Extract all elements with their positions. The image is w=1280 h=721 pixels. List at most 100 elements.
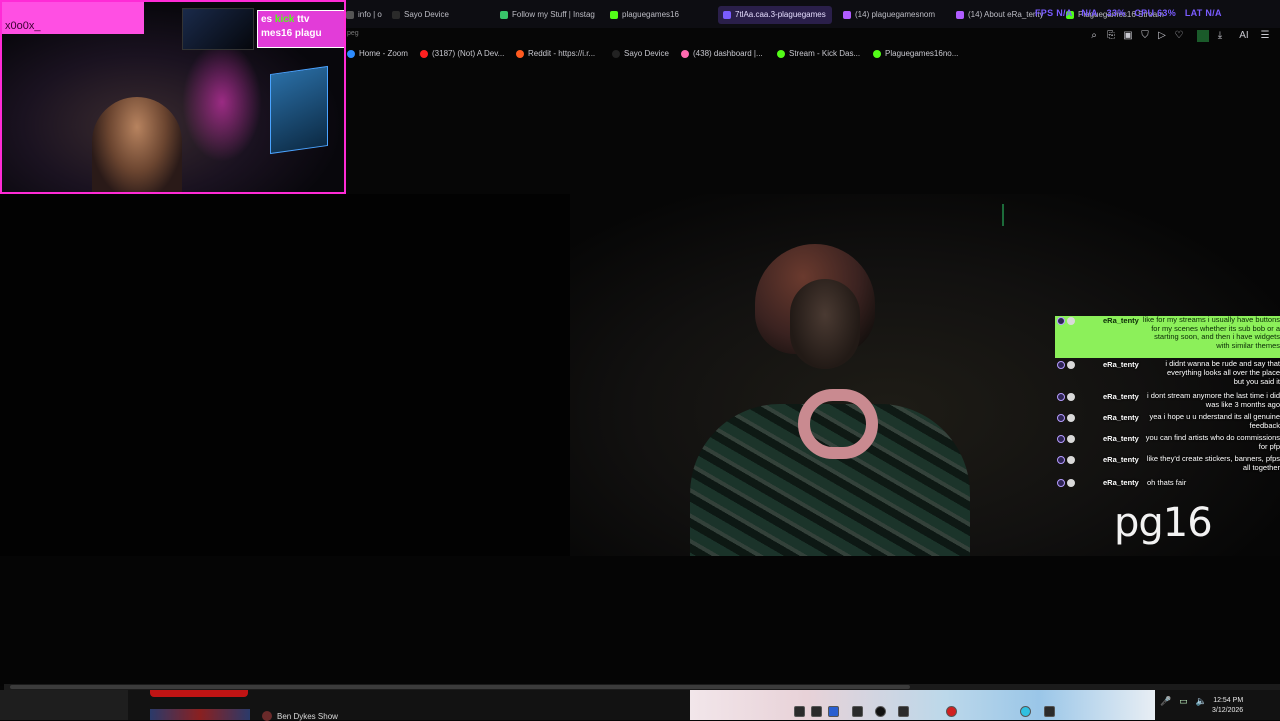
subscriber-badge-icon — [1057, 456, 1065, 464]
tray-star-icon[interactable] — [828, 706, 839, 717]
tab-favicon-icon — [500, 11, 508, 19]
chat-text: like for my streams i usually have butto… — [1142, 315, 1280, 350]
bookmark-favicon-icon — [612, 49, 620, 58]
bookmark-label: Stream - Kick Das... — [789, 49, 861, 58]
tray-circle-icon[interactable] — [875, 706, 886, 717]
tab-label: (14) plaguegamesnom — [855, 10, 936, 19]
bookmark-item[interactable]: Sayo Device — [612, 49, 669, 58]
bookmark-favicon-icon — [873, 49, 881, 58]
tray-app-icon[interactable] — [1020, 706, 1031, 717]
na-stat: N/A — [1081, 8, 1098, 18]
bookmark-label: Reddit - https://i.r... — [528, 49, 596, 58]
system-tray: 🎤 ▭ 🔈 — [1160, 696, 1207, 707]
chat-username: eRa_tenty — [1103, 360, 1139, 369]
extension-icon[interactable] — [1197, 30, 1209, 42]
bookmark-favicon-icon — [347, 49, 355, 58]
lower-blank-area — [0, 556, 1280, 686]
tab-favicon-icon — [956, 11, 964, 19]
play-icon[interactable]: ▷ — [1156, 30, 1168, 42]
volume-icon[interactable]: 🔈 — [1196, 696, 1207, 707]
fps-stat: FPS N/A — [1035, 8, 1073, 18]
headphones-shape — [798, 389, 878, 459]
chat-text: i dont stream anymore the last time i di… — [1147, 391, 1280, 409]
subscriber-badge-icon — [1057, 361, 1065, 369]
translate-icon[interactable]: ▣ — [1122, 30, 1134, 42]
verified-badge-icon — [1067, 435, 1075, 443]
tab-label: info | o — [358, 10, 382, 19]
taskbar-window-1[interactable] — [0, 690, 128, 720]
subscriber-badge-icon — [1057, 393, 1065, 401]
heart-icon[interactable]: ♡ — [1173, 30, 1185, 42]
ai-icon[interactable]: AI — [1235, 30, 1253, 42]
network-icon[interactable]: ▭ — [1179, 696, 1188, 707]
webcam-monitor — [270, 65, 328, 155]
lat-stat: LAT N/A — [1184, 8, 1222, 18]
mic-icon[interactable]: 🎤 — [1160, 696, 1171, 707]
download-icon[interactable]: ⤓ — [1214, 30, 1226, 42]
chat-username: eRa_tenty — [1103, 392, 1139, 401]
verified-badge-icon — [1067, 456, 1075, 464]
tray-app-icon[interactable] — [811, 706, 822, 717]
tab-label: plaguegames16 — [622, 10, 679, 19]
subscriber-badge-icon — [1057, 435, 1065, 443]
chat-message: eRa_tenty like for my streams i usually h… — [1055, 315, 1280, 358]
chat-text: like they'd create stickers, banners, pf… — [1146, 454, 1280, 472]
verified-badge-icon — [1067, 361, 1075, 369]
chat-username: eRa_tenty — [1103, 434, 1139, 443]
webcam-inset — [182, 8, 254, 50]
tray-youtube-icon[interactable] — [946, 706, 957, 717]
pink-glow — [182, 42, 262, 162]
zoom-icon[interactable]: ⌕ — [1088, 30, 1100, 42]
webcam-name-tag: x0o0x_ — [2, 2, 144, 34]
tray-app-icon[interactable] — [794, 706, 805, 717]
tray-camera-icon[interactable] — [1044, 706, 1055, 717]
tab-label: (14) About eRa_tenty — [968, 10, 1044, 19]
tab-favicon-icon — [610, 11, 618, 19]
browser-tab[interactable]: Follow my Stuff | Instag — [500, 6, 600, 24]
bookmark-label: Home - Zoom — [359, 49, 408, 58]
browser-tab[interactable]: info | o — [346, 6, 386, 24]
bookmark-item[interactable]: Stream - Kick Das... — [777, 49, 860, 58]
bookmark-item[interactable]: (3187) (Not) A Dev... — [420, 49, 504, 58]
chat-badges — [1057, 361, 1075, 369]
performance-stats: FPS N/A N/A 33% CPU 63% LAT N/A — [1035, 8, 1228, 18]
chat-overlay: eRa_tenty like for my streams i usually h… — [1055, 315, 1280, 496]
chat-text: oh thats fair — [1147, 478, 1187, 487]
chat-badges — [1057, 317, 1075, 325]
tray-download-icon[interactable] — [852, 706, 863, 717]
bookmark-item[interactable]: (438) dashboard |... — [681, 49, 763, 58]
browser-tab[interactable]: Sayo Device — [392, 6, 488, 24]
browser-tab[interactable]: 7tlAa.caa.3-plaguegames — [718, 6, 832, 24]
browser-tab[interactable]: (14) plaguegamesnom — [843, 6, 943, 24]
browser-tab[interactable]: plaguegames16 — [610, 6, 710, 24]
tray-app-icon[interactable] — [898, 706, 909, 717]
ai-label: AI — [1239, 30, 1249, 41]
subscriber-badge-icon — [1057, 414, 1065, 422]
chat-username: eRa_tenty — [1103, 478, 1139, 487]
bookmark-item[interactable]: Plaguegames16no... — [873, 49, 958, 58]
streamer-video — [690, 244, 980, 556]
kick-banner: es kick ttv mes16 plagu — [257, 10, 344, 48]
bookmark-favicon-icon — [681, 49, 689, 58]
menu-icon[interactable]: ☰ — [1259, 30, 1271, 42]
taskbar-thumbnails[interactable] — [150, 709, 250, 720]
tab-label: 7tlAa.caa.3-plaguegames — [735, 10, 826, 19]
ram-stat: 33% — [1106, 8, 1126, 18]
verified-badge-icon — [1067, 317, 1075, 325]
subscriber-badge-icon — [1057, 317, 1065, 325]
tab-label: Sayo Device — [404, 10, 449, 19]
bookmark-favicon-icon — [516, 49, 524, 58]
verified-badge-icon — [1067, 414, 1075, 422]
bookmark-item[interactable]: Reddit - https://i.r... — [516, 49, 595, 58]
bookmark-label: Plaguegames16no... — [885, 49, 959, 58]
webcam-overlay: x0o0x_ es kick ttv mes16 plagu — [0, 0, 346, 194]
clock-date: 3/12/2026 — [1212, 707, 1244, 714]
shield-icon[interactable]: ⛉ — [1139, 30, 1151, 42]
subscriber-badge-icon — [1057, 479, 1065, 487]
scrollbar-thumb[interactable] — [10, 685, 910, 689]
share-icon[interactable]: ⎘ — [1105, 30, 1117, 42]
bookmark-item[interactable]: Home - Zoom — [347, 49, 408, 58]
peg-text: peg — [347, 30, 359, 37]
system-clock[interactable]: 12:54 PM 3/12/2026 — [1212, 696, 1243, 716]
bookmark-label: (438) dashboard |... — [693, 49, 763, 58]
